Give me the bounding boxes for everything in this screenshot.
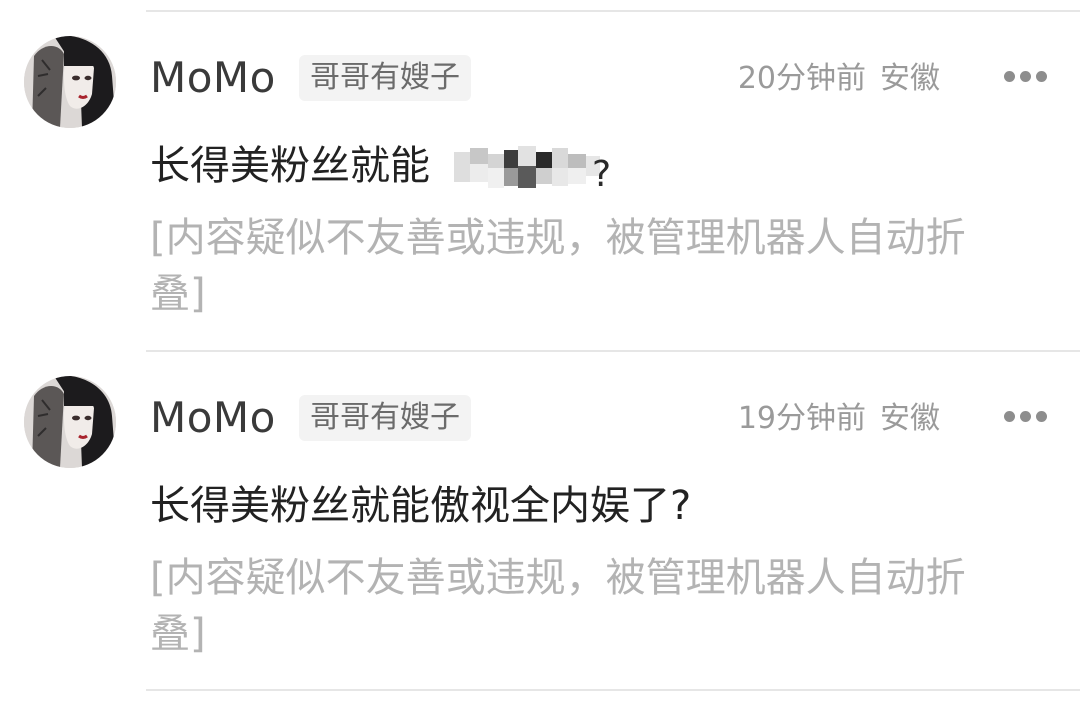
comment-item: MoMo 哥哥有嫂子 19分钟前 安徽 长得美粉丝就能傲视全内娱了? [内容疑似不… xyxy=(0,340,1080,680)
comment-time: 19分钟前 xyxy=(737,401,866,436)
more-dots-icon[interactable] xyxy=(1002,402,1048,432)
bottom-divider xyxy=(146,689,1080,691)
comment-meta: 19分钟前 安徽 xyxy=(738,396,940,442)
comment-content: 长得美粉丝就能 xyxy=(150,143,430,189)
avatar-image xyxy=(24,36,116,128)
folded-notice[interactable]: [内容疑似不友善或违规，被管理机器人自动折叠] xyxy=(150,550,1000,662)
comment-time: 20分钟前 xyxy=(737,61,866,96)
avatar[interactable] xyxy=(24,36,116,128)
comment-item: MoMo 哥哥有嫂子 20分钟前 安徽 长得美粉丝就能 ? [内容疑似不友善或违规… xyxy=(0,0,1080,340)
avatar-image xyxy=(24,376,116,468)
comment-location: 安徽 xyxy=(880,61,940,96)
username[interactable]: MoMo xyxy=(150,388,276,448)
avatar[interactable] xyxy=(24,376,116,468)
username[interactable]: MoMo xyxy=(150,48,276,108)
comment-content: 长得美粉丝就能傲视全内娱了? xyxy=(150,483,692,529)
user-badge: 哥哥有嫂子 xyxy=(299,395,471,441)
comment-location: 安徽 xyxy=(880,401,940,436)
more-dots-icon[interactable] xyxy=(1002,62,1048,92)
svg-text:?: ? xyxy=(592,154,611,194)
folded-notice[interactable]: [内容疑似不友善或违规，被管理机器人自动折叠] xyxy=(150,210,1000,322)
mosaic-blur-overlay: ? xyxy=(454,146,611,194)
comment-meta: 20分钟前 安徽 xyxy=(738,56,940,102)
user-badge: 哥哥有嫂子 xyxy=(299,55,471,101)
